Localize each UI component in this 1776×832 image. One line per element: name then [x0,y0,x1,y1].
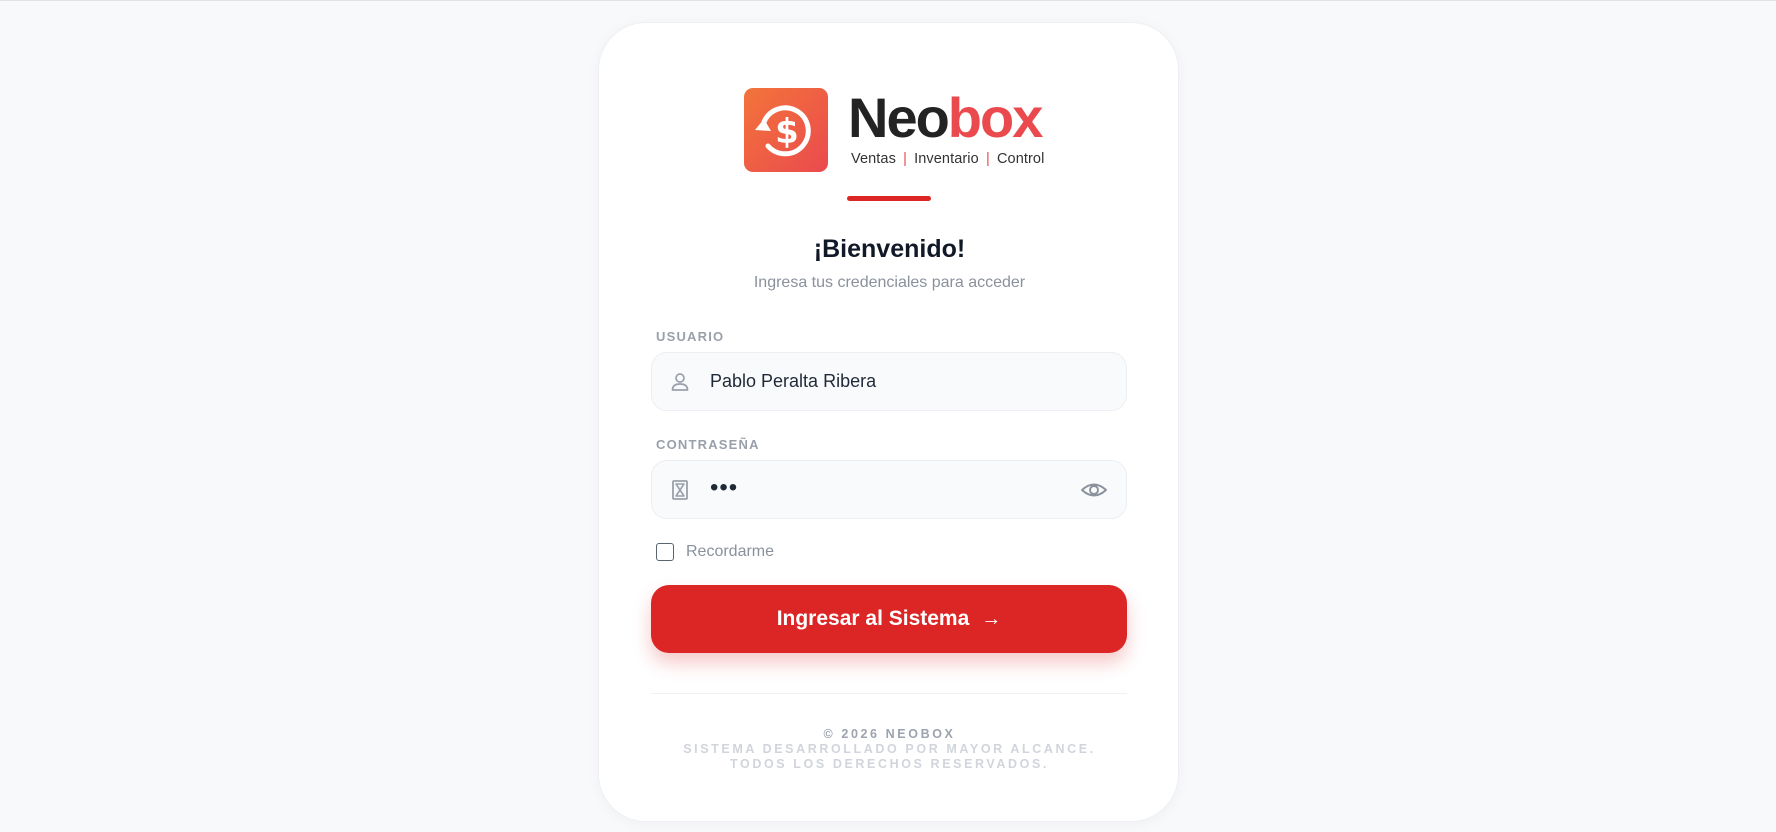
brand-logo: $ Neobox Ventas | Inventario | Control [744,86,1044,175]
accent-divider [847,196,931,201]
brand-name: Neobox [848,85,1044,151]
username-field[interactable]: Pablo Peralta Ribera [651,352,1127,411]
tagline-ventas: Ventas [851,151,896,167]
eye-icon[interactable] [1080,477,1108,503]
password-value: ••• [710,474,739,501]
login-card: $ Neobox Ventas | Inventario | Control ¡… [598,22,1179,822]
remember-checkbox[interactable] [656,543,674,561]
username-label: USUARIO [656,329,725,344]
username-value: Pablo Peralta Ribera [710,371,877,391]
welcome-subtitle: Ingresa tus credenciales para acceder [753,274,1026,291]
user-icon [671,373,689,391]
welcome-title: ¡Bienvenido! [813,235,966,263]
hourglass-icon [672,480,688,500]
brand-name-part1: Neo [848,86,950,149]
brand-tagline: Ventas | Inventario | Control [851,151,1044,167]
tagline-separator: | [903,151,907,167]
footer-developer: SISTEMA DESARROLLADO POR MAYOR ALCANCE. [683,742,1096,756]
password-field[interactable]: ••• [651,460,1127,519]
tagline-separator: | [985,151,990,167]
remember-label: Recordarme [686,543,775,560]
footer-divider [651,693,1127,694]
svg-text:$: $ [775,112,799,152]
remember-me[interactable]: Recordarme [656,542,774,562]
password-label: CONTRASEÑA [656,437,760,452]
submit-label: Ingresar al Sistema [776,607,970,630]
dollar-refresh-icon: $ [744,88,828,172]
arrow-right-icon: → [981,607,1002,630]
tagline-control: Control [996,151,1045,167]
tagline-inventario: Inventario [914,151,979,167]
footer-rights: TODOS LOS DERECHOS RESERVADOS. [729,757,1049,771]
window-top-border [0,0,1776,1]
footer-copyright: © 2026 NEOBOX [823,727,956,741]
login-submit-button[interactable]: Ingresar al Sistema → [651,585,1127,653]
brand-name-part2: box [947,86,1044,149]
